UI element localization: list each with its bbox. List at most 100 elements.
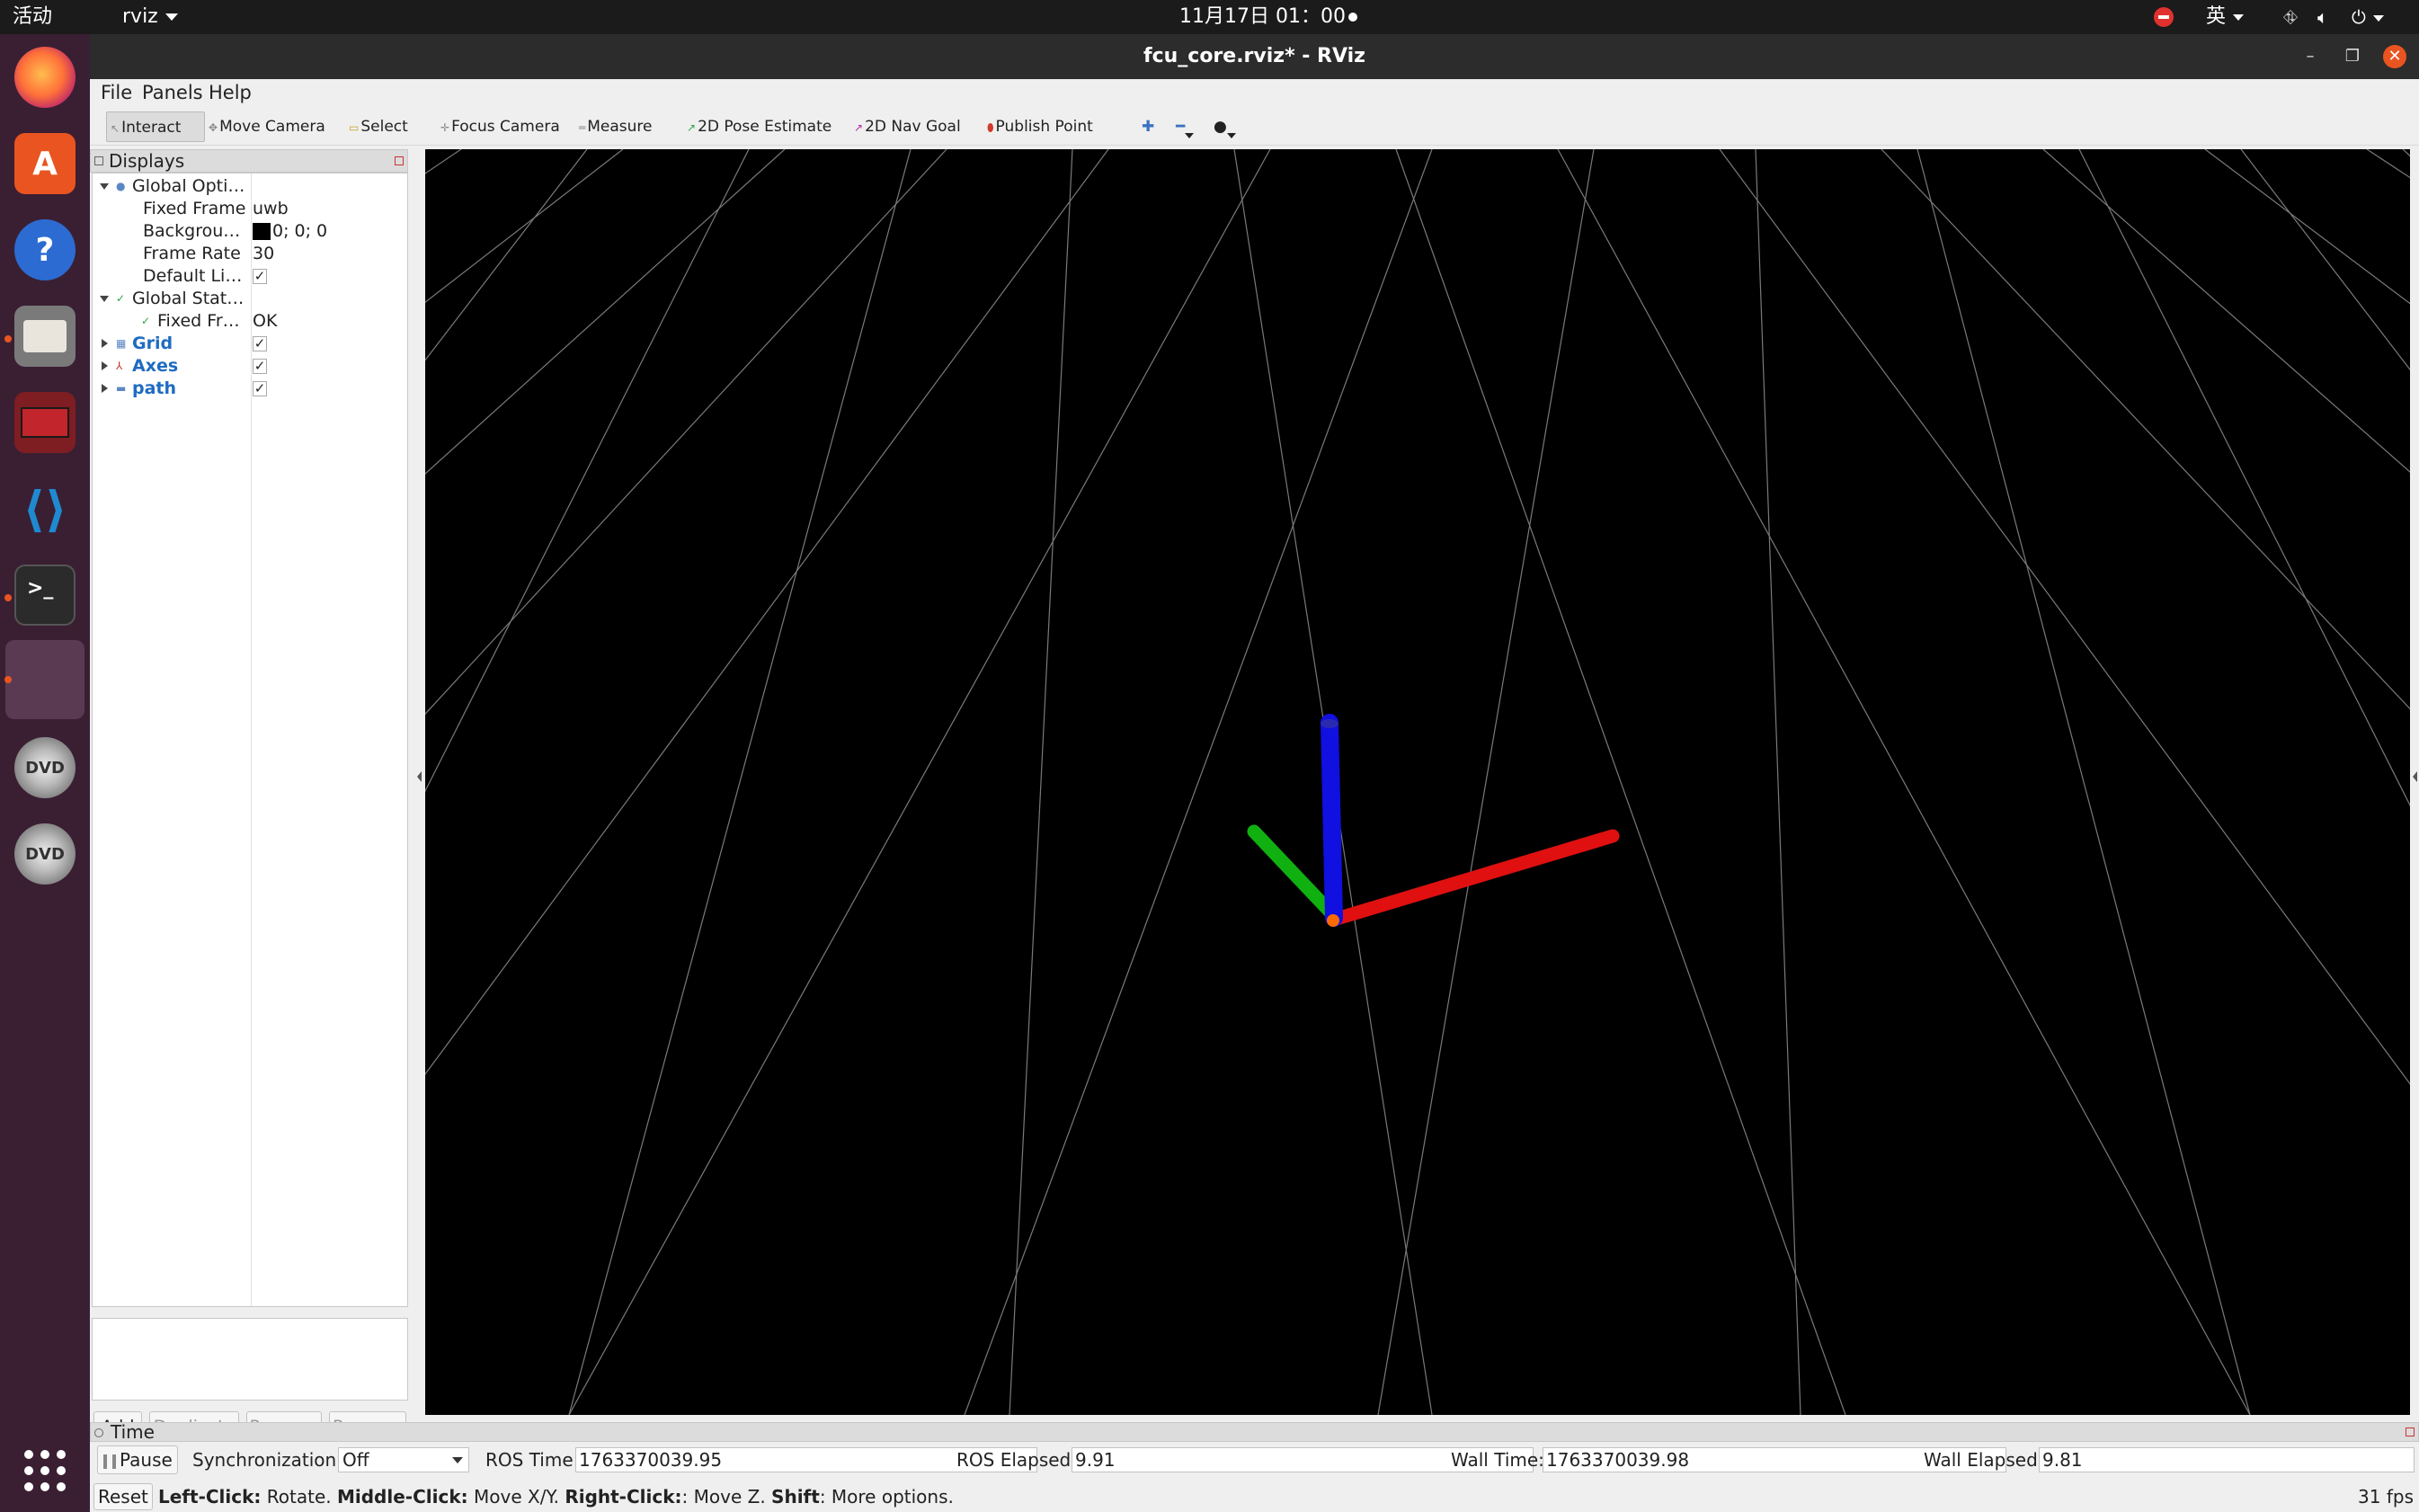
time-panel-header[interactable]: Time	[90, 1422, 2419, 1442]
tree-row-background[interactable]: Backgrou… 0; 0; 0	[93, 220, 407, 243]
tree-value: OK	[253, 311, 278, 331]
tree-value[interactable]: 0; 0; 0	[253, 220, 327, 243]
render-viewport[interactable]	[425, 149, 2410, 1415]
add-tool-button[interactable]: ✚	[1138, 111, 1158, 142]
status-hint: Left-Click: Rotate. Middle-Click: Move X…	[158, 1481, 954, 1512]
tree-row-global-options[interactable]: ● Global Opti…	[93, 175, 407, 198]
hint-desc: Move X/Y.	[467, 1486, 565, 1508]
grid-line	[1917, 149, 2251, 1415]
network-icon[interactable]: ⛗	[2283, 0, 2298, 34]
expand-arrow-icon[interactable]	[102, 339, 108, 348]
map-pin-icon: ⬮	[987, 121, 994, 134]
show-apps-icon[interactable]	[14, 1440, 76, 1501]
grid-line	[425, 149, 786, 475]
expand-arrow-icon[interactable]	[102, 384, 108, 393]
axis-z-blue	[1321, 714, 1343, 927]
software-center-icon[interactable]: A	[14, 133, 76, 194]
ruler-icon: ═	[579, 121, 586, 134]
displays-header[interactable]: Displays	[90, 149, 408, 173]
remove-tool-button[interactable]: ━	[1172, 111, 1195, 142]
menu-help[interactable]: Help	[209, 81, 252, 104]
power-menu[interactable]: ⏻	[2352, 0, 2384, 34]
menu-panels[interactable]: Panels	[142, 81, 203, 104]
expand-arrow-icon[interactable]	[100, 183, 109, 190]
tree-row-path[interactable]: ▬ path ✓	[93, 378, 407, 400]
ok-check-icon: ✓	[141, 315, 151, 327]
move-icon: ✥	[209, 121, 218, 134]
checkbox[interactable]: ✓	[253, 336, 267, 351]
float-panel-icon[interactable]	[94, 1428, 103, 1437]
tree-row-fixed-frame-status[interactable]: ✓ Fixed Fr… OK	[93, 310, 407, 333]
plus-icon: ✚	[1142, 118, 1155, 136]
terminator-icon[interactable]	[14, 392, 76, 453]
tree-row-frame-rate[interactable]: Frame Rate 30	[93, 243, 407, 265]
dock: A ? ⟨⟩ >_ DVD DVD	[0, 34, 90, 1512]
close-panel-icon[interactable]	[2406, 1428, 2415, 1436]
maximize-button[interactable]: ❐	[2341, 45, 2364, 68]
camera-type-button[interactable]: ●	[1210, 111, 1236, 142]
chevron-down-icon	[2372, 15, 2384, 22]
close-button[interactable]: ✕	[2383, 45, 2406, 68]
move-camera-tool[interactable]: ✥ Move Camera	[205, 111, 329, 142]
help-icon[interactable]: ?	[14, 219, 76, 280]
pose-estimate-tool[interactable]: ↗ 2D Pose Estimate	[683, 111, 835, 142]
float-panel-icon[interactable]	[94, 156, 103, 165]
wall-elapsed-field[interactable]: 9.81	[2039, 1447, 2415, 1472]
checkbox[interactable]: ✓	[253, 381, 267, 396]
tree-row-axes[interactable]: ⅄ Axes ✓	[93, 355, 407, 378]
grid-line	[964, 149, 1433, 1415]
hint-key: Shift	[771, 1486, 820, 1508]
volume-icon[interactable]: 🔈︎	[2317, 0, 2328, 34]
tree-row-fixed-frame[interactable]: Fixed Frame uwb	[93, 198, 407, 220]
interact-tool[interactable]: ↖ Interact	[106, 111, 205, 142]
chevron-down-icon	[1185, 133, 1195, 138]
pause-label: Pause	[120, 1449, 173, 1471]
tree-row-grid[interactable]: ▦ Grid ✓	[93, 333, 407, 355]
measure-tool[interactable]: ═ Measure	[575, 111, 655, 142]
files-icon[interactable]	[14, 306, 76, 367]
tree-value[interactable]: 30	[253, 243, 274, 265]
grid-line	[2042, 149, 2410, 473]
firefox-icon[interactable]	[14, 47, 76, 108]
sync-select[interactable]: Off	[338, 1447, 469, 1472]
expand-arrow-icon[interactable]	[100, 296, 109, 302]
dvd-icon[interactable]: DVD	[14, 823, 76, 885]
tree-value[interactable]: uwb	[253, 198, 289, 220]
menu-file[interactable]: File	[101, 81, 132, 104]
cursor-icon: ↖	[111, 122, 120, 135]
terminal-icon[interactable]: >_	[14, 565, 76, 626]
close-panel-icon[interactable]	[395, 156, 404, 165]
checkbox[interactable]: ✓	[253, 269, 267, 284]
color-swatch[interactable]	[253, 223, 271, 240]
rviz-window-icon[interactable]	[5, 640, 84, 719]
tree-row-default-light[interactable]: Default Li… ✓	[93, 265, 407, 288]
hint-key: Left-Click:	[158, 1486, 262, 1508]
checkbox[interactable]: ✓	[253, 359, 267, 374]
collapse-right-handle[interactable]	[2413, 771, 2417, 782]
minimize-button[interactable]: –	[2299, 45, 2322, 68]
displays-tree[interactable]: ● Global Opti… Fixed Frame uwb Backgrou……	[92, 173, 408, 1307]
clock[interactable]: 11月17日 01：00	[1179, 0, 1346, 34]
hint-desc: : Move Z.	[681, 1486, 772, 1508]
tree-label: Global Opti…	[132, 176, 245, 196]
reset-button[interactable]: Reset	[93, 1483, 153, 1510]
nav-goal-tool[interactable]: ↗ 2D Nav Goal	[850, 111, 965, 142]
tree-label: Axes	[132, 356, 179, 376]
app-menu[interactable]: rviz	[122, 0, 178, 34]
property-description	[92, 1318, 408, 1401]
input-method-menu[interactable]: 英	[2206, 0, 2245, 34]
expand-arrow-icon[interactable]	[102, 361, 108, 370]
focus-camera-tool[interactable]: ✛ Focus Camera	[437, 111, 564, 142]
scene-canvas[interactable]	[425, 149, 2410, 1415]
do-not-disturb-icon[interactable]	[2154, 7, 2174, 27]
activities-button[interactable]: 活动	[13, 0, 52, 34]
publish-point-tool[interactable]: ⬮ Publish Point	[983, 111, 1097, 142]
vscode-icon[interactable]: ⟨⟩	[14, 478, 76, 539]
ros-time-label: ROS Time:	[485, 1449, 580, 1471]
select-tool[interactable]: ▭ Select	[345, 111, 412, 142]
tree-row-global-status[interactable]: ✓ Global Stat…	[93, 288, 407, 310]
pause-button[interactable]: Pause	[97, 1445, 178, 1474]
window-titlebar[interactable]: fcu_core.rviz* - RViz – ❐ ✕	[90, 34, 2419, 79]
collapse-left-handle[interactable]	[417, 771, 422, 782]
dvd-icon[interactable]: DVD	[14, 737, 76, 798]
